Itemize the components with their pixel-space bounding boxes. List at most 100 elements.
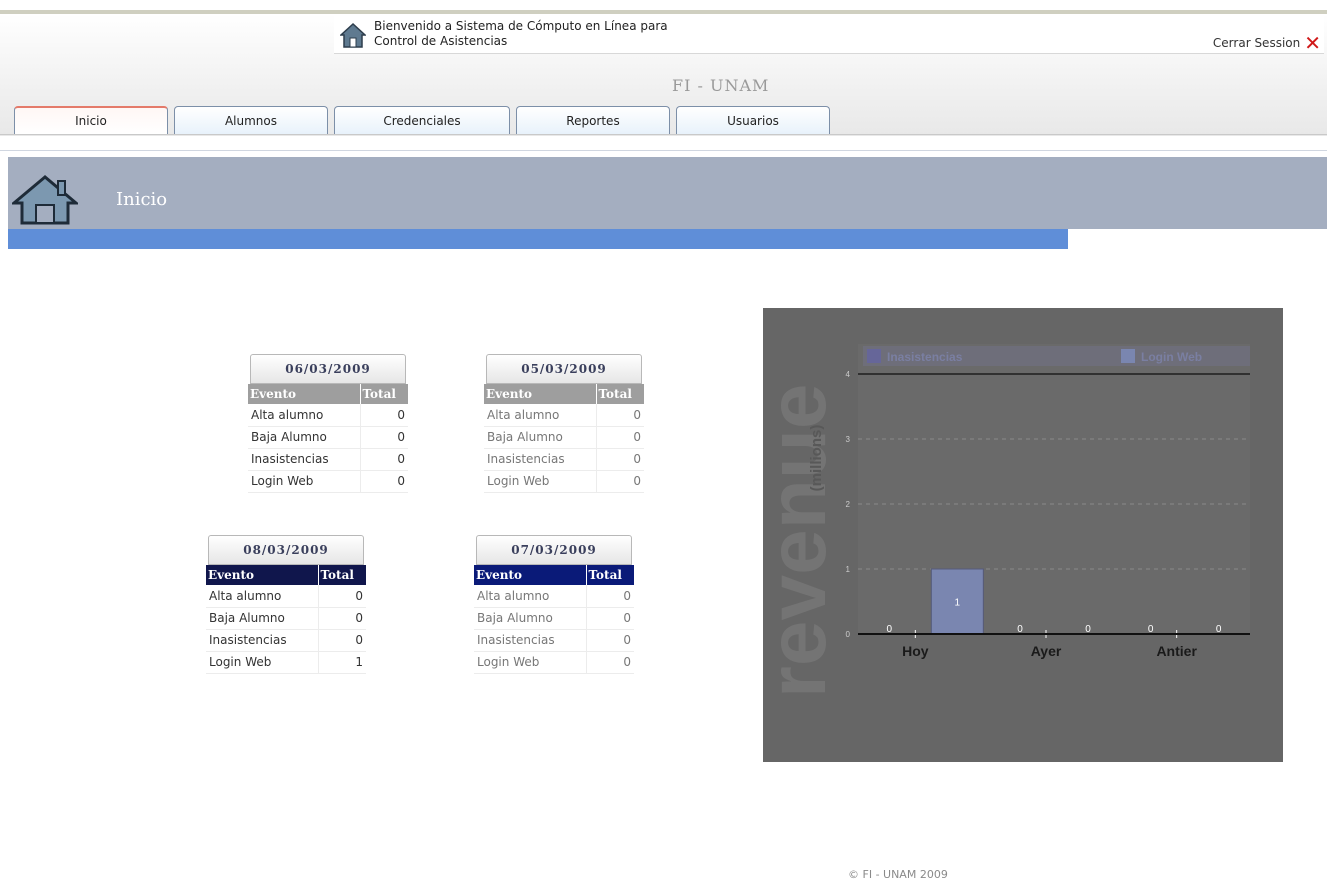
daily-stats-table: 08/03/2009 Evento Total Alta alumno 0 Baj… [206,535,366,674]
table-header-row: Evento Total [474,565,634,585]
tab-underline [0,134,1327,135]
column-header: Evento [206,565,319,585]
table-row: Login Web 0 [484,470,644,493]
total-cell: 1 [318,651,366,674]
x-tick-label: Antier [1156,643,1197,659]
table-row: Inasistencias 0 [206,629,366,652]
stats-table: Evento Total Alta alumno 0 Baja Alumno 0 I… [248,384,408,493]
total-cell: 0 [596,470,644,493]
event-cell: Alta alumno [248,404,361,427]
x-tick-label: Ayer [1031,643,1062,659]
table-row: Inasistencias 0 [474,629,634,652]
welcome-banner: Bienvenido a Sistema de Cómputo en Línea… [334,16,1324,54]
daily-stats-table: 07/03/2009 Evento Total Alta alumno 0 Baj… [474,535,634,674]
home-icon [340,22,366,48]
table-date-caption: 06/03/2009 [250,354,406,384]
legend-label: Inasistencias [887,350,963,364]
tab-usuarios[interactable]: Usuarios [676,106,830,134]
event-cell: Login Web [248,470,361,493]
plot-area [858,344,1250,634]
event-cell: Inasistencias [474,629,587,652]
table-row: Baja Alumno 0 [484,426,644,449]
tab-reportes[interactable]: Reportes [516,106,670,134]
legend-swatch [867,349,881,363]
home-icon [12,175,78,225]
organization-label: FI - UNAM [672,76,770,95]
accent-bar [8,229,1068,249]
total-cell: 0 [360,448,408,471]
event-cell: Alta alumno [474,585,587,608]
column-header: Total [586,565,634,585]
event-cell: Alta alumno [206,585,319,608]
event-cell: Login Web [206,651,319,674]
close-icon[interactable]: ✕ [1304,33,1321,53]
divider [0,150,1327,151]
total-cell: 0 [360,404,408,427]
daily-stats-table: 06/03/2009 Evento Total Alta alumno 0 Baj… [248,354,408,493]
column-header: Total [318,565,366,585]
y-axis-label: (millions) [808,425,825,492]
y-tick-label: 3 [846,435,851,444]
event-cell: Inasistencias [248,448,361,471]
total-cell: 0 [596,404,644,427]
welcome-line-1: Bienvenido a Sistema de Cómputo en Línea… [374,19,668,33]
table-row: Alta alumno 0 [206,585,366,608]
column-header: Total [360,384,408,404]
table-row: Login Web 1 [206,651,366,674]
total-cell: 0 [360,426,408,449]
stats-table: Evento Total Alta alumno 0 Baja Alumno 0 I… [484,384,644,493]
y-tick-label: 0 [846,630,851,639]
y-tick-label: 2 [846,500,851,509]
stats-table: Evento Total Alta alumno 0 Baja Alumno 0 I… [206,565,366,674]
event-cell: Login Web [474,651,587,674]
chart-watermark: revenue [763,383,843,698]
total-cell: 0 [586,651,634,674]
table-row: Baja Alumno 0 [474,607,634,630]
event-cell: Baja Alumno [484,426,597,449]
x-tick-label: Hoy [902,643,929,659]
table-header-row: Evento Total [248,384,408,404]
page-title: Inicio [116,189,168,210]
main-nav-tabs: Inicio Alumnos Credenciales Reportes Usu… [14,106,836,134]
tab-alumnos[interactable]: Alumnos [174,106,328,134]
event-cell: Baja Alumno [474,607,587,630]
legend-label: Login Web [1141,350,1202,364]
page: Bienvenido a Sistema de Cómputo en Línea… [0,0,1327,884]
data-label: 1 [955,598,961,609]
tab-credenciales[interactable]: Credenciales [334,106,510,134]
legend-swatch [1121,349,1135,363]
logout-label[interactable]: Cerrar Session [1213,36,1300,50]
welcome-line-2: Control de Asistencias [374,34,508,48]
logout-link[interactable]: Cerrar Session ✕ [1213,33,1321,53]
total-cell: 0 [360,470,408,493]
event-cell: Baja Alumno [206,607,319,630]
table-row: Alta alumno 0 [484,404,644,427]
y-tick-label: 1 [846,565,851,574]
total-cell: 0 [596,448,644,471]
table-row: Login Web 0 [474,651,634,674]
total-cell: 0 [596,426,644,449]
event-cell: Login Web [484,470,597,493]
table-row: Login Web 0 [248,470,408,493]
total-cell: 0 [318,585,366,608]
table-date-caption: 08/03/2009 [208,535,364,565]
event-cell: Inasistencias [484,448,597,471]
column-header: Evento [484,384,597,404]
table-header-row: Evento Total [206,565,366,585]
column-header: Total [596,384,644,404]
event-cell: Inasistencias [206,629,319,652]
total-cell: 0 [586,607,634,630]
event-cell: Baja Alumno [248,426,361,449]
section-header: Inicio [8,157,1327,229]
event-cell: Alta alumno [484,404,597,427]
tab-inicio[interactable]: Inicio [14,106,168,134]
stats-table: Evento Total Alta alumno 0 Baja Alumno 0 I… [474,565,634,674]
welcome-text: Bienvenido a Sistema de Cómputo en Línea… [374,19,668,49]
table-row: Baja Alumno 0 [206,607,366,630]
table-row: Inasistencias 0 [484,448,644,471]
total-cell: 0 [318,607,366,630]
table-row: Inasistencias 0 [248,448,408,471]
y-tick-label: 4 [846,370,851,379]
total-cell: 0 [318,629,366,652]
total-cell: 0 [586,629,634,652]
